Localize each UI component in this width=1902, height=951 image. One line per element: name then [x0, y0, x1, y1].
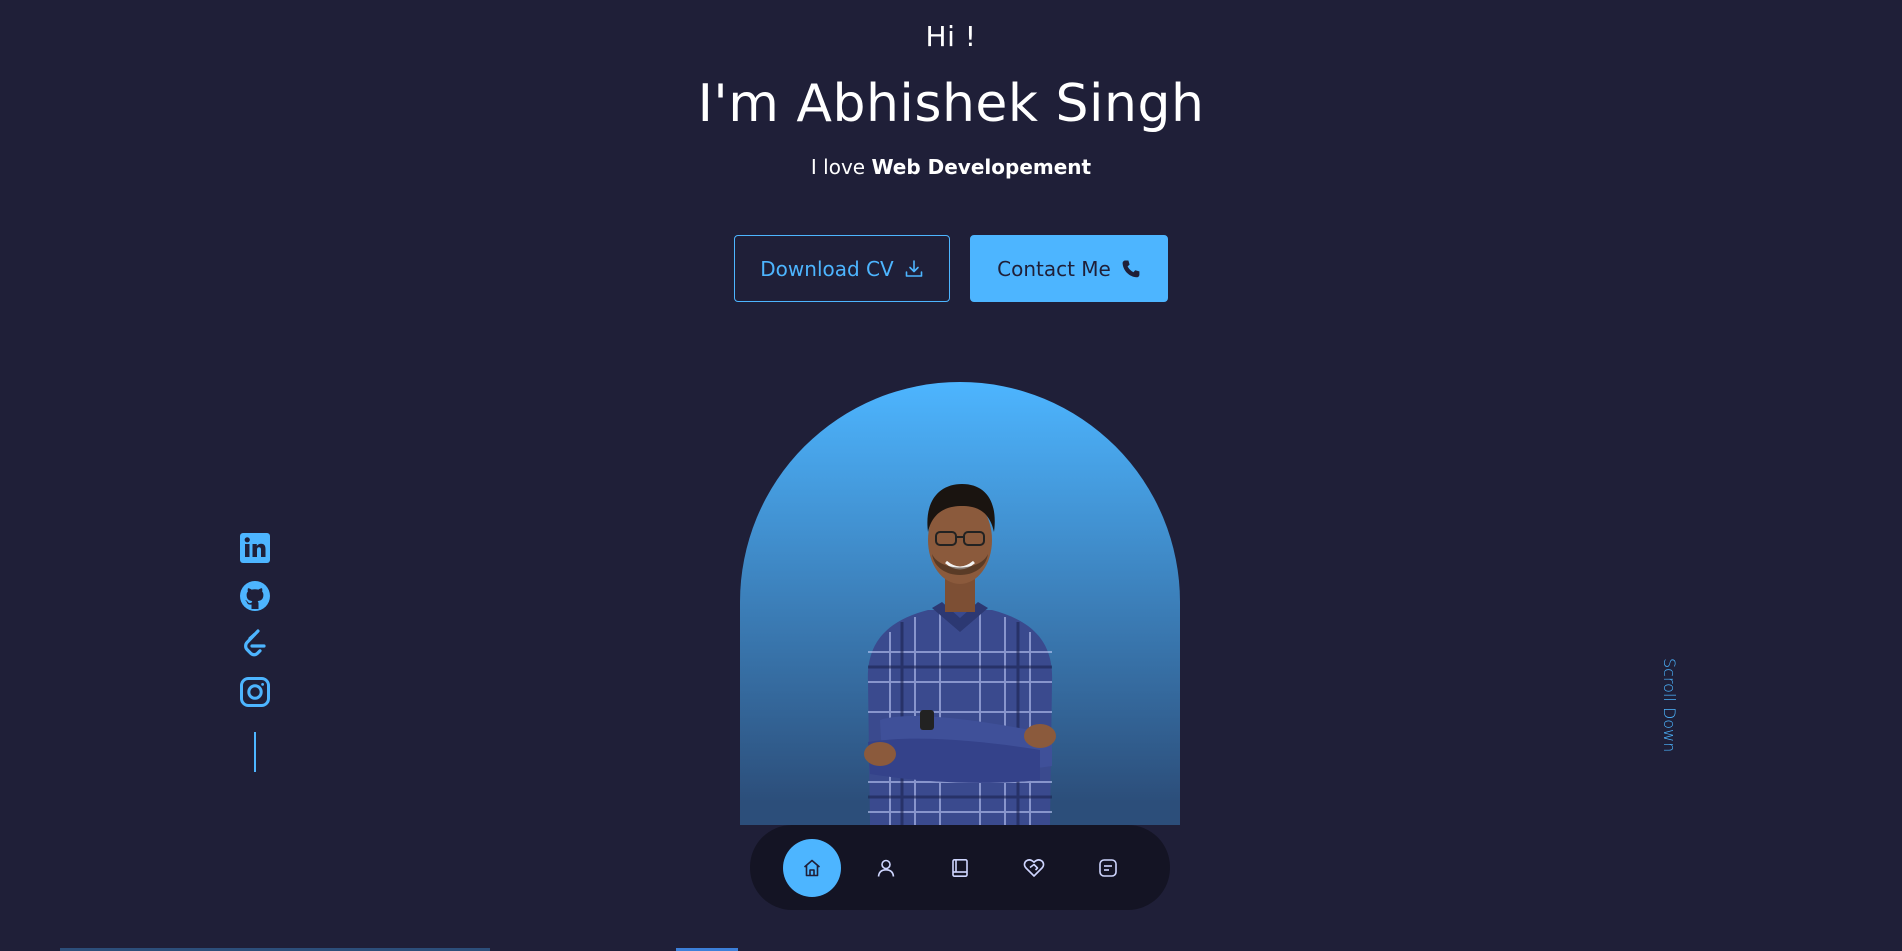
- phone-icon: [1122, 260, 1140, 277]
- github-icon[interactable]: [239, 580, 271, 612]
- leetcode-icon[interactable]: [239, 628, 271, 660]
- message-icon: [1099, 858, 1117, 877]
- handshake-icon: [1023, 858, 1045, 877]
- hero-name: I'm Abhishek Singh: [697, 74, 1205, 134]
- nav-contact[interactable]: [1079, 839, 1137, 897]
- scroll-down-link[interactable]: Scroll Down: [1660, 658, 1679, 752]
- profile-photo: [740, 382, 1180, 825]
- nav-home[interactable]: [783, 838, 841, 897]
- person-illustration: [864, 484, 1056, 825]
- instagram-icon[interactable]: [239, 676, 271, 708]
- greeting: Hi !: [925, 20, 977, 53]
- tagline: I love Web Developement: [0, 155, 1902, 179]
- tagline-strong: Web Developement: [871, 155, 1092, 179]
- tagline-prefix: I love: [810, 155, 866, 179]
- bottom-nav: [750, 825, 1170, 910]
- download-icon: [905, 259, 923, 277]
- contact-me-button[interactable]: Contact Me: [970, 235, 1168, 302]
- nav-about[interactable]: [857, 839, 915, 897]
- social-links: [238, 532, 272, 772]
- portfolio-page: Hi ! I'm Abhishek Singh I love Web Devel…: [0, 0, 1902, 951]
- user-icon: [877, 859, 895, 877]
- home-icon: [803, 859, 821, 876]
- book-icon: [952, 858, 968, 877]
- nav-services[interactable]: [1005, 839, 1063, 897]
- nav-experience[interactable]: [931, 839, 989, 897]
- contact-me-label: Contact Me: [997, 256, 1111, 281]
- download-cv-button[interactable]: Download CV: [734, 235, 950, 302]
- social-divider-line: [254, 732, 256, 772]
- linkedin-icon[interactable]: [239, 532, 271, 564]
- download-cv-label: Download CV: [760, 256, 894, 281]
- cta-buttons: Download CV Contact Me: [0, 235, 1902, 302]
